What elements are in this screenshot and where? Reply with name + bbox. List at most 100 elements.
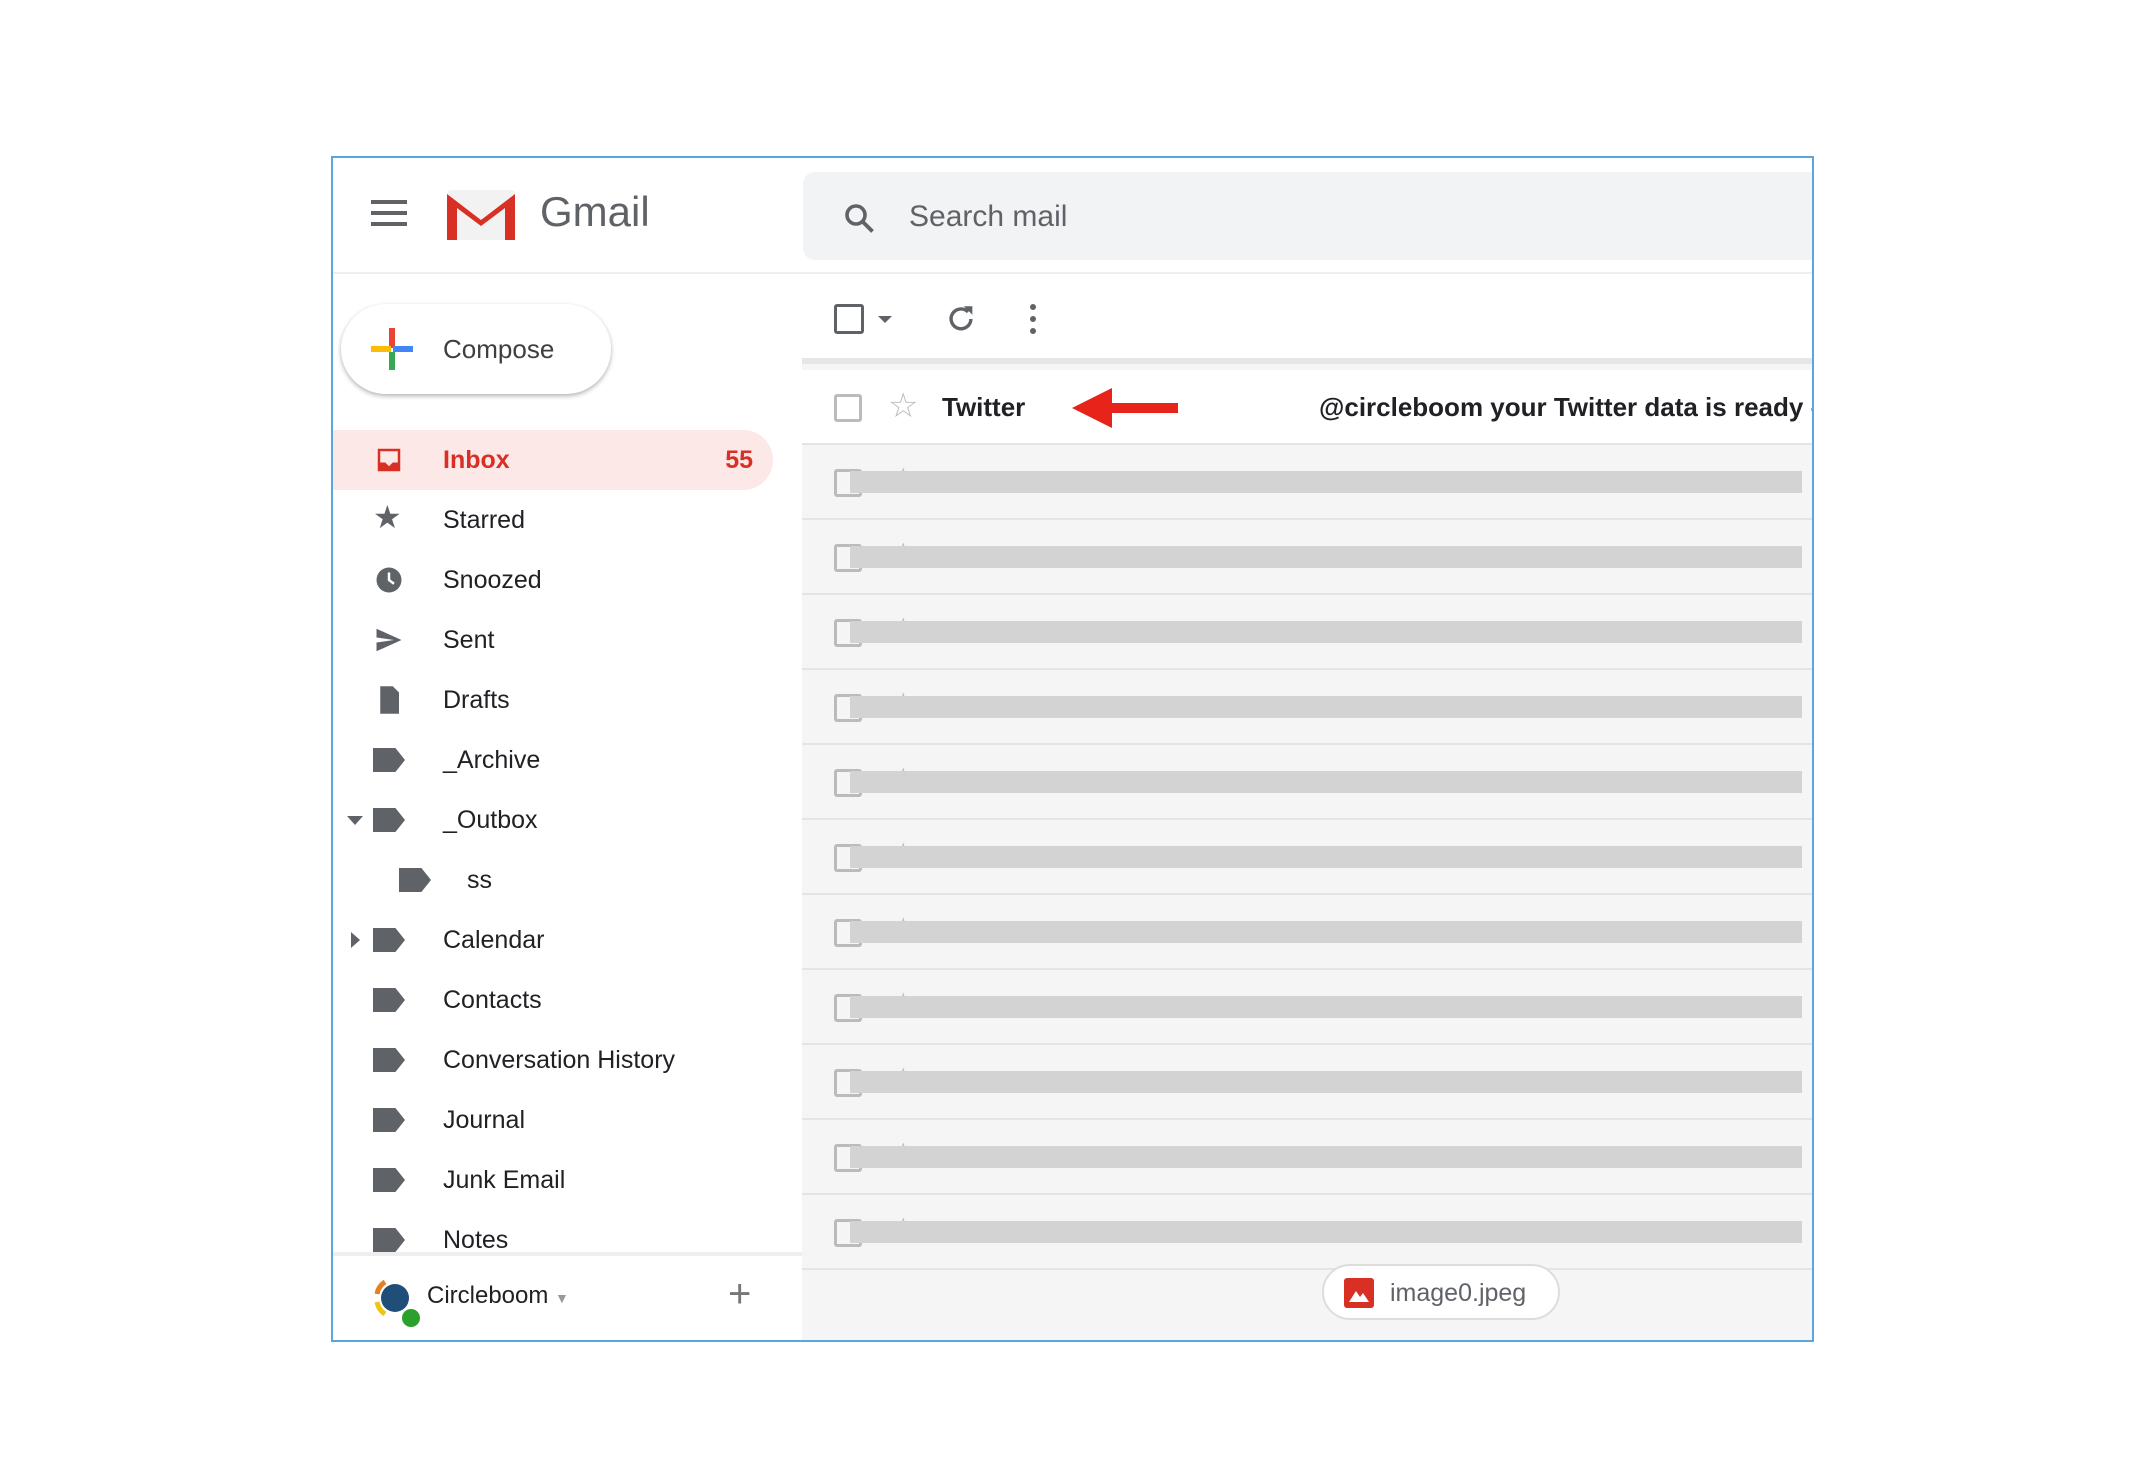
image-file-icon [1344,1278,1374,1308]
draft-icon [380,686,399,714]
more-options-icon[interactable] [1028,302,1038,336]
hamburger-menu-icon[interactable] [371,200,407,228]
plus-icon [371,328,413,370]
label-icon [373,988,405,1012]
sidebar-item-label: Junk Email [443,1165,566,1194]
sidebar-item-label: Journal [443,1105,525,1134]
email-row-redacted[interactable]: ☆ [802,895,1812,970]
label-icon [399,868,431,892]
row-checkbox[interactable] [834,394,862,422]
sidebar-item-notes[interactable]: Notes [333,1210,773,1270]
circleboom-logo-icon [374,1279,420,1327]
sidebar-item-snoozed[interactable]: Snoozed [333,550,773,610]
attachment-name: image0.jpeg [1390,1279,1527,1307]
red-arrow-annotation-icon [1072,388,1178,428]
label-icon [373,1048,405,1072]
redaction-bar [850,1221,1802,1243]
sidebar-item-junk-email[interactable]: Junk Email [333,1150,773,1210]
sidebar: Compose Inbox 55 ★ Starred Snoozed Sent … [333,274,802,1340]
sidebar-item-label: Calendar [443,925,545,954]
email-row-redacted[interactable]: ☆ [802,745,1812,820]
sidebar-item-label: Inbox [443,445,510,474]
sidebar-item-drafts[interactable]: Drafts [333,670,773,730]
redaction-bar [850,996,1802,1018]
send-icon [376,628,402,652]
sidebar-item-label: Sent [443,625,495,654]
sidebar-item-calendar[interactable]: Calendar [333,910,773,970]
header: Gmail Search mail [333,158,1812,274]
compose-button[interactable]: Compose [341,304,611,394]
gmail-window: Gmail Search mail Compose Inbox 55 ★ Sta… [331,156,1814,1342]
redaction-bar [850,771,1802,793]
redaction-bar [850,696,1802,718]
sidebar-item-label: Starred [443,505,525,534]
add-account-button[interactable]: + [728,1272,751,1317]
email-row-redacted[interactable]: ☆ [802,520,1812,595]
email-row-redacted[interactable]: ☆ [802,670,1812,745]
email-row-redacted[interactable]: ☆ [802,1195,1812,1270]
inbox-icon [377,448,401,472]
gmail-logo-icon [447,190,515,240]
dropdown-caret-icon: ▼ [555,1290,569,1306]
label-icon [373,928,405,952]
label-icon [373,808,405,832]
search-bar[interactable]: Search mail [803,172,1812,260]
attachment-chip[interactable]: image0.jpeg [1322,1264,1560,1320]
divider [333,1252,802,1256]
clock-icon [376,567,402,593]
expand-caret-icon[interactable] [347,816,363,825]
sidebar-item-conversation-history[interactable]: Conversation History [333,1030,773,1090]
redaction-bar [850,546,1802,568]
redaction-bar [850,621,1802,643]
redaction-bar [850,471,1802,493]
redaction-bar [850,1071,1802,1093]
label-icon [373,1168,405,1192]
redaction-bar [850,846,1802,868]
email-row-redacted[interactable]: ☆ [802,595,1812,670]
search-input[interactable]: Search mail [909,200,1067,234]
label-icon [373,1108,405,1132]
sidebar-item-starred[interactable]: ★ Starred [333,490,773,550]
select-all-checkbox[interactable] [834,304,864,334]
collapse-caret-icon[interactable] [351,932,360,948]
email-row-redacted[interactable]: ☆ [802,1120,1812,1195]
search-icon[interactable] [841,200,877,236]
gmail-brand: Gmail [540,188,650,235]
label-icon [373,1228,405,1252]
sidebar-item-inbox[interactable]: Inbox 55 [333,430,773,490]
email-row-redacted[interactable]: ☆ [802,1045,1812,1120]
email-row-redacted[interactable]: ☆ [802,820,1812,895]
sidebar-item-label: Conversation History [443,1045,676,1074]
account-avatar[interactable] [371,1274,427,1330]
select-dropdown-icon[interactable] [878,316,892,323]
sidebar-item-label: Notes [443,1225,509,1254]
account-name: Circleboom [427,1282,549,1309]
sidebar-item-label: ss [467,865,492,894]
sidebar-item-label: _Outbox [443,805,538,834]
sidebar-item-journal[interactable]: Journal [333,1090,773,1150]
email-subject: @circleboom your Twitter data is ready - [1319,392,1814,422]
sidebar-item-ss[interactable]: ss [333,850,773,910]
sidebar-item-label: Contacts [443,985,542,1014]
email-row-redacted[interactable]: ☆ [802,445,1812,520]
unread-count-badge: 55 [725,445,753,474]
sidebar-item-contacts[interactable]: Contacts [333,970,773,1030]
sidebar-item-outbox[interactable]: _Outbox [333,790,773,850]
star-icon: ★ [373,499,402,535]
sidebar-item-label: Snoozed [443,565,542,594]
sidebar-item-label: _Archive [443,745,541,774]
email-sender: Twitter [942,392,1026,422]
star-icon[interactable]: ☆ [888,386,918,426]
account-switcher[interactable]: Circleboom ▼ [427,1282,569,1310]
label-icon [373,748,405,772]
email-row-redacted[interactable]: ☆ [802,970,1812,1045]
sidebar-item-sent[interactable]: Sent [333,610,773,670]
sidebar-item-archive[interactable]: _Archive [333,730,773,790]
redaction-bar [850,1146,1802,1168]
compose-label: Compose [443,334,555,364]
refresh-icon[interactable] [944,302,978,336]
sidebar-item-label: Drafts [443,685,510,714]
message-list-pane: ☆ Twitter @circleboom your Twitter data … [802,274,1814,1340]
redaction-bar [850,921,1802,943]
email-row[interactable]: ☆ Twitter @circleboom your Twitter data … [802,370,1814,445]
